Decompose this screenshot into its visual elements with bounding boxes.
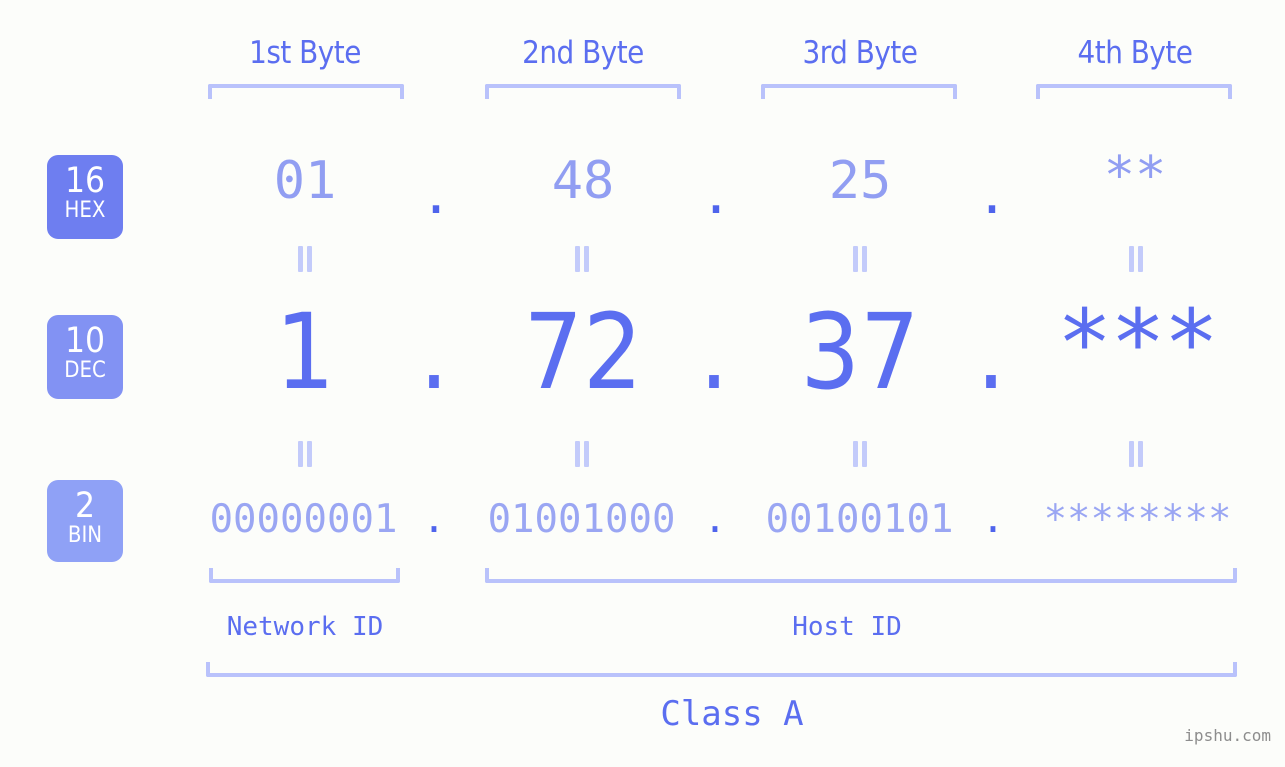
class-label: Class A <box>660 694 804 734</box>
byte-header-3: 3rd Byte <box>802 35 918 71</box>
byte-bracket-1 <box>208 84 404 99</box>
equals-connector-1-4 <box>1127 246 1145 272</box>
hex-byte-4: ** <box>1103 146 1167 206</box>
hex-byte-1: 01 <box>273 151 337 211</box>
base-badge-hex: 16 HEX <box>47 155 123 239</box>
base-badge-dec-number: 10 <box>64 321 106 361</box>
class-bracket <box>206 662 1237 677</box>
byte-header-1: 1st Byte <box>249 35 361 71</box>
hex-byte-2: 48 <box>551 151 615 211</box>
base-badge-dec: 10 DEC <box>47 315 123 399</box>
bin-separator-1: . <box>422 497 446 542</box>
equals-connector-2-2 <box>573 441 591 467</box>
host-id-bracket <box>485 568 1237 583</box>
dec-separator-2: . <box>699 291 729 413</box>
dec-separator-3: . <box>976 291 1006 413</box>
base-badge-bin-abbr: BIN <box>67 523 103 548</box>
dec-byte-3: 37 <box>800 291 920 413</box>
byte-header-4: 4th Byte <box>1077 35 1193 71</box>
equals-connector-1-2 <box>573 246 591 272</box>
bin-separator-3: . <box>981 497 1005 542</box>
bin-separator-2: . <box>703 497 727 542</box>
byte-bracket-3 <box>761 84 957 99</box>
byte-bracket-4 <box>1036 84 1232 99</box>
site-watermark: ipshu.com <box>1184 726 1271 745</box>
base-badge-dec-abbr: DEC <box>64 358 106 383</box>
dec-byte-2: 72 <box>523 291 643 413</box>
equals-connector-1-3 <box>851 246 869 272</box>
byte-bracket-2 <box>485 84 681 99</box>
equals-connector-2-4 <box>1127 441 1145 467</box>
base-badge-hex-number: 16 <box>64 161 106 201</box>
equals-connector-1-1 <box>296 246 314 272</box>
dec-byte-4: *** <box>1056 290 1219 397</box>
network-id-label: Network ID <box>226 612 384 642</box>
hex-separator-1: . <box>420 166 452 226</box>
bin-byte-3: 00100101 <box>765 497 954 542</box>
dec-byte-1: 1 <box>275 291 335 413</box>
equals-connector-2-3 <box>851 441 869 467</box>
bin-byte-1: 00000001 <box>209 497 398 542</box>
base-badge-hex-abbr: HEX <box>64 198 106 223</box>
byte-header-2: 2nd Byte <box>522 35 644 71</box>
dec-separator-1: . <box>419 291 449 413</box>
bin-byte-4: ******** <box>1043 497 1232 542</box>
base-badge-bin: 2 BIN <box>47 480 123 562</box>
ip-address-diagram: 1st Byte 2nd Byte 3rd Byte 4th Byte 16 H… <box>0 0 1285 767</box>
host-id-label: Host ID <box>792 612 902 642</box>
equals-connector-2-1 <box>296 441 314 467</box>
hex-byte-3: 25 <box>828 151 892 211</box>
network-id-bracket <box>209 568 400 583</box>
bin-byte-2: 01001000 <box>487 497 676 542</box>
hex-separator-2: . <box>700 166 732 226</box>
base-badge-bin-number: 2 <box>74 486 96 526</box>
hex-separator-3: . <box>976 166 1008 226</box>
